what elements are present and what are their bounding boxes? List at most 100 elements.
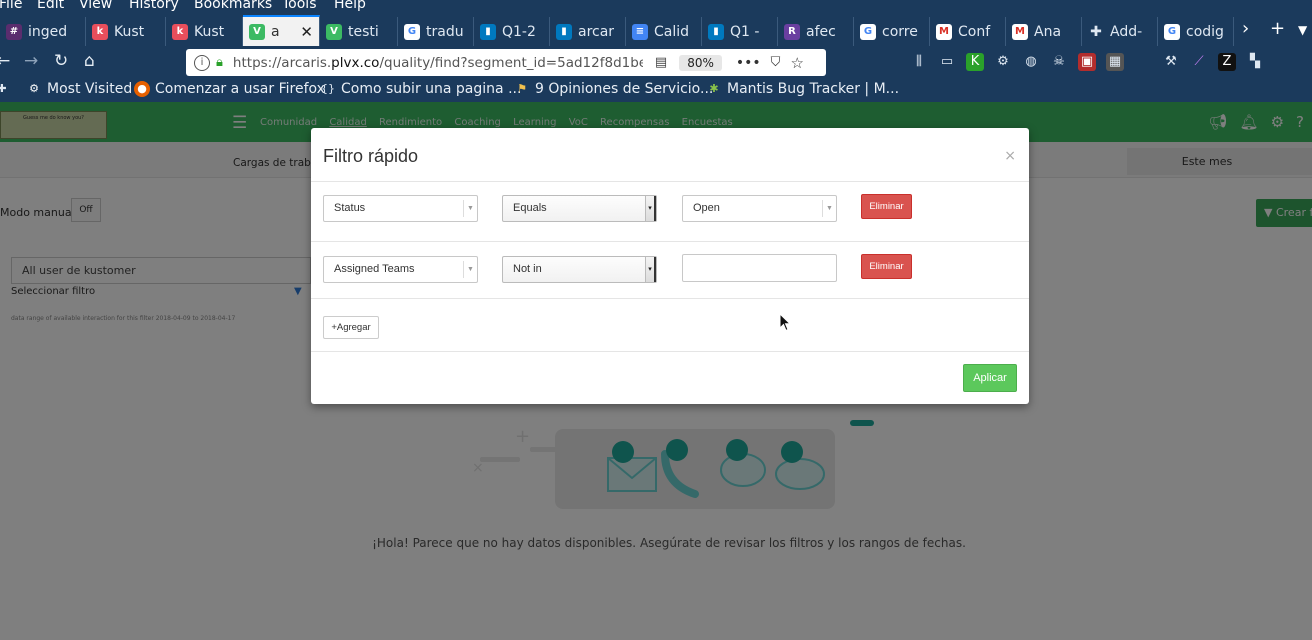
bookmark-label: Most Visited	[47, 81, 133, 97]
pocket-icon[interactable]: ⛉	[771, 55, 781, 70]
bookmark-opiniones[interactable]: ⚑ 9 Opiniones de Servicio...	[514, 81, 713, 97]
add-filter-button[interactable]: +Agregar	[323, 316, 379, 339]
extension-z-icon[interactable]: Z	[1218, 53, 1236, 71]
operator-select[interactable]: Equals ▾	[502, 195, 657, 222]
modal-footer: Aplicar	[311, 351, 1029, 404]
bookmarks-bar: ✚ ⚙ Most Visited ● Comenzar a usar Firefox…	[0, 78, 1312, 102]
sidebar-icon[interactable]: ▭	[938, 53, 956, 71]
tab-label: a	[271, 23, 280, 40]
field-select-value: Assigned Teams	[334, 263, 415, 275]
google-icon: G	[860, 23, 876, 40]
tab-afec[interactable]: R afec	[778, 17, 854, 46]
close-icon[interactable]: ✕	[294, 23, 319, 41]
value-input[interactable]	[682, 254, 837, 282]
bookmark-star-icon[interactable]: ☆	[790, 54, 803, 72]
menu-edit[interactable]: Edit	[37, 0, 64, 12]
tab-arcaris-active[interactable]: V a ✕	[243, 15, 320, 46]
url-bar[interactable]: i 🔒︎ https://arcaris.plvx.co/quality/fin…	[186, 49, 826, 76]
url-text[interactable]: https://arcaris.plvx.co/quality/find?seg…	[233, 55, 643, 71]
tab-inged[interactable]: # inged	[0, 17, 86, 46]
extension-wand-icon[interactable]: ⟋	[1190, 53, 1208, 71]
tab-conf[interactable]: M Conf	[930, 17, 1006, 46]
library-icon[interactable]: ⫼	[910, 53, 928, 71]
chevron-down-icon: ▾	[645, 257, 656, 282]
chevron-right-icon[interactable]: ›	[1242, 18, 1249, 39]
tab-tradu[interactable]: G tradu	[398, 17, 474, 46]
tab-calid[interactable]: ≡ Calid	[626, 17, 702, 46]
reload-icon[interactable]: ↻	[54, 51, 68, 71]
tab-kustomer-1[interactable]: k Kust	[86, 17, 166, 46]
tab-label: Q1-2	[502, 23, 536, 40]
chevron-down-icon: ▼	[822, 200, 836, 217]
extension-tools-icon[interactable]: ⚒	[1162, 53, 1180, 71]
kustomer-icon: k	[172, 23, 188, 40]
extension-gear-icon[interactable]: ⚙	[994, 53, 1012, 71]
delete-filter-button[interactable]: Eliminar	[861, 254, 912, 279]
info-icon[interactable]: i	[194, 54, 210, 71]
trello-icon: ▮	[708, 23, 724, 40]
tab-q1-2[interactable]: ▮ Q1-2	[474, 17, 550, 46]
apply-button[interactable]: Aplicar	[963, 364, 1017, 392]
new-tab-icon[interactable]: +	[1270, 18, 1285, 39]
tab-addons[interactable]: ✚ Add-	[1082, 17, 1158, 46]
toolbar-icons: ⫼ ▭ K ⚙ ◍ ☠ ▣ ▦ ⚒ ⟋ Z ▚	[910, 53, 1264, 71]
bookmark-firefox[interactable]: ● Comenzar a usar Firefox	[134, 81, 325, 97]
reader-view-icon[interactable]: ▤	[655, 55, 667, 70]
field-select[interactable]: Assigned Teams ▼	[323, 256, 478, 283]
firefox-icon: ●	[134, 81, 150, 97]
tab-label: Conf	[958, 23, 991, 40]
back-icon[interactable]: ←	[0, 51, 10, 71]
tab-arcar[interactable]: ▮ arcar	[550, 17, 626, 46]
filter-row: Assigned Teams ▼ Not in ▾ Eliminar	[311, 243, 1029, 299]
menu-bookmarks[interactable]: Bookmarks	[194, 0, 272, 12]
chevron-down-icon[interactable]: ▼	[1298, 23, 1307, 37]
extension-red-icon[interactable]: ▣	[1078, 53, 1096, 71]
bookmark-label: Como subir una pagina ...	[341, 81, 522, 97]
chevron-down-icon: ▼	[463, 200, 477, 217]
operator-select-value: Equals	[513, 202, 547, 214]
bookmark-subir-pagina[interactable]: {} Como subir una pagina ...	[320, 81, 521, 97]
tab-codig[interactable]: G codig	[1158, 17, 1234, 46]
bookmark-mantis[interactable]: ✱ Mantis Bug Tracker | M...	[706, 81, 899, 97]
quick-filter-modal: Filtro rápido × Status ▼ Equals ▾ Open ▼…	[311, 128, 1029, 404]
extension-globe-icon[interactable]: ◍	[1022, 53, 1040, 71]
extension-k-icon[interactable]: K	[966, 53, 984, 71]
extension-se-icon[interactable]: ▦	[1106, 53, 1124, 71]
chevron-down-icon: ▼	[463, 261, 477, 278]
bookmark-extensions[interactable]: ✚	[0, 81, 15, 97]
value-select[interactable]: Open ▼	[682, 195, 837, 222]
tab-q1[interactable]: ▮ Q1 -	[702, 17, 778, 46]
mantis-icon: ✱	[709, 82, 719, 95]
menu-file[interactable]: File	[0, 0, 22, 12]
tab-label: Calid	[654, 23, 690, 40]
menu-history[interactable]: History	[129, 0, 179, 12]
url-domain: plvx.co	[331, 54, 380, 71]
extension-skull-icon[interactable]: ☠	[1050, 53, 1068, 71]
tab-label: afec	[806, 23, 836, 40]
tab-label: tradu	[426, 23, 464, 40]
close-icon[interactable]: ×	[1004, 148, 1016, 164]
tab-label: Kust	[194, 23, 225, 40]
tab-corre[interactable]: G corre	[854, 17, 930, 46]
menu-view[interactable]: View	[79, 0, 112, 12]
gmail-icon: M	[936, 23, 952, 40]
menu-help[interactable]: Help	[334, 0, 366, 12]
tab-kustomer-2[interactable]: k Kust	[166, 17, 243, 46]
tab-label: inged	[28, 23, 68, 40]
mouse-cursor-icon	[779, 313, 791, 332]
bracket-icon: {}	[321, 82, 335, 95]
menu-tools[interactable]: Tools	[282, 0, 317, 12]
zoom-level[interactable]: 80%	[679, 54, 722, 71]
field-select[interactable]: Status ▼	[323, 195, 478, 222]
forward-icon[interactable]: →	[24, 51, 38, 71]
page-actions-icon[interactable]: •••	[736, 55, 761, 71]
delete-filter-button[interactable]: Eliminar	[861, 194, 912, 219]
operator-select[interactable]: Not in ▾	[502, 256, 657, 283]
lock-icon: 🔒︎	[216, 55, 223, 70]
home-icon[interactable]: ⌂	[84, 51, 95, 71]
tab-ana[interactable]: M Ana	[1006, 17, 1082, 46]
extension-bot-icon[interactable]: ▚	[1246, 53, 1264, 71]
tab-testi[interactable]: V testi	[320, 17, 398, 46]
gear-icon: ⚙	[29, 82, 39, 95]
bookmark-most-visited[interactable]: ⚙ Most Visited	[26, 81, 132, 97]
